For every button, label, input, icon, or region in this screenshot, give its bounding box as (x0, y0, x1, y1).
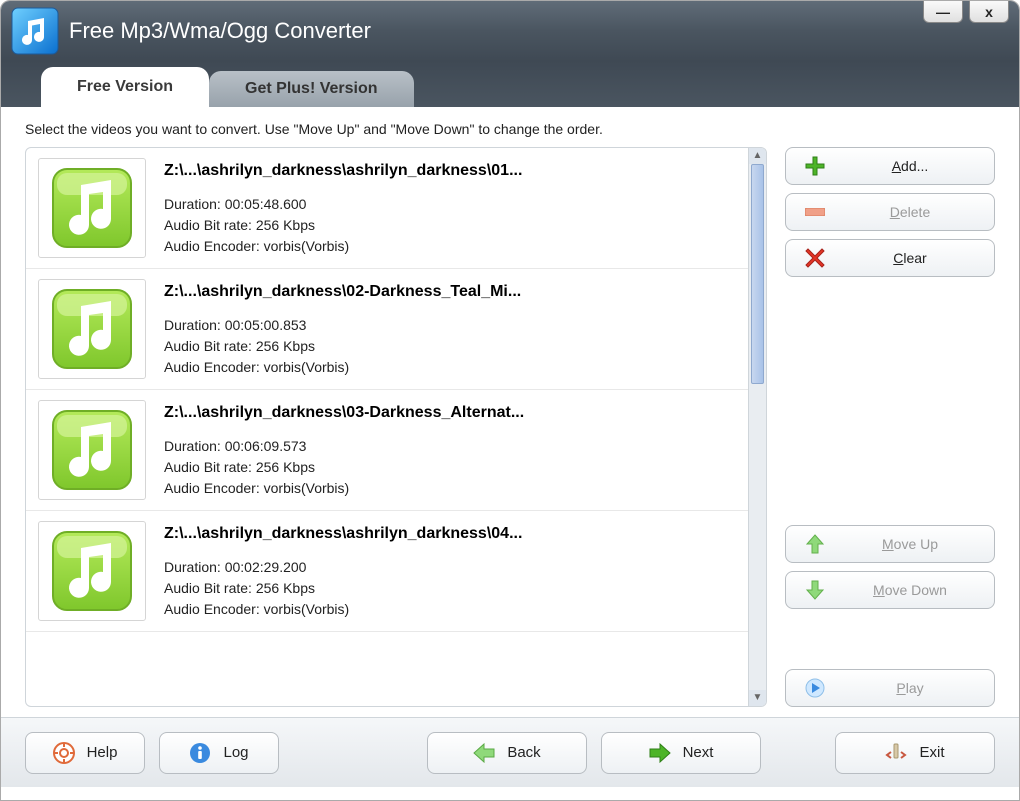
exit-icon (885, 742, 907, 764)
titlebar: Free Mp3/Wma/Ogg Converter — x (1, 1, 1019, 61)
close-button[interactable]: x (969, 1, 1009, 23)
exit-button[interactable]: Exit (835, 732, 995, 774)
minimize-button[interactable]: — (923, 1, 963, 23)
next-label: Next (683, 744, 714, 761)
next-button[interactable]: Next (601, 732, 761, 774)
help-icon (53, 742, 75, 764)
scroll-thumb[interactable] (751, 164, 764, 384)
x-icon (804, 247, 826, 269)
log-button[interactable]: Log (159, 732, 279, 774)
delete-button[interactable]: Delete (785, 193, 995, 231)
minus-icon (804, 201, 826, 223)
item-path: Z:\...\ashrilyn_darkness\ashrilyn_darkne… (164, 525, 736, 543)
item-encoder: Audio Encoder: vorbis(Vorbis) (164, 478, 736, 499)
list-item[interactable]: Z:\...\ashrilyn_darkness\02-Darkness_Tea… (26, 269, 748, 390)
move-up-label: Move Up (844, 536, 976, 552)
arrow-right-icon (649, 743, 671, 763)
side-buttons: Add... Delete Clear (785, 147, 995, 707)
item-bitrate: Audio Bit rate: 256 Kbps (164, 457, 736, 478)
music-thumbnail-icon (38, 158, 146, 258)
item-path: Z:\...\ashrilyn_darkness\02-Darkness_Tea… (164, 283, 736, 301)
tab-row: Free Version Get Plus! Version (1, 61, 1019, 107)
help-button[interactable]: Help (25, 732, 145, 774)
tab-free-version[interactable]: Free Version (41, 67, 209, 107)
tab-plus-version[interactable]: Get Plus! Version (209, 71, 413, 107)
list-scrollbar[interactable]: ▲ ▼ (748, 148, 766, 706)
footer: Help Log Back Next Exit (1, 717, 1019, 787)
back-label: Back (507, 744, 540, 761)
item-duration: Duration: 00:05:48.600 (164, 194, 736, 215)
exit-label: Exit (919, 744, 944, 761)
add-button[interactable]: Add... (785, 147, 995, 185)
back-button[interactable]: Back (427, 732, 587, 774)
add-label: Add... (844, 158, 976, 174)
help-label: Help (87, 744, 118, 761)
music-thumbnail-icon (38, 279, 146, 379)
list-item[interactable]: Z:\...\ashrilyn_darkness\03-Darkness_Alt… (26, 390, 748, 511)
item-path: Z:\...\ashrilyn_darkness\03-Darkness_Alt… (164, 404, 736, 422)
instruction-text: Select the videos you want to convert. U… (25, 121, 995, 137)
item-encoder: Audio Encoder: vorbis(Vorbis) (164, 236, 736, 257)
item-encoder: Audio Encoder: vorbis(Vorbis) (164, 599, 736, 620)
item-duration: Duration: 00:05:00.853 (164, 315, 736, 336)
item-encoder: Audio Encoder: vorbis(Vorbis) (164, 357, 736, 378)
app-window: Free Mp3/Wma/Ogg Converter — x Free Vers… (0, 0, 1020, 801)
list-item[interactable]: Z:\...\ashrilyn_darkness\ashrilyn_darkne… (26, 148, 748, 269)
item-bitrate: Audio Bit rate: 256 Kbps (164, 215, 736, 236)
move-up-button[interactable]: Move Up (785, 525, 995, 563)
play-icon (804, 677, 826, 699)
delete-label: Delete (844, 204, 976, 220)
item-bitrate: Audio Bit rate: 256 Kbps (164, 578, 736, 599)
window-title: Free Mp3/Wma/Ogg Converter (69, 18, 371, 44)
plus-icon (804, 155, 826, 177)
arrow-left-icon (473, 743, 495, 763)
arrow-down-icon (804, 579, 826, 601)
move-down-button[interactable]: Move Down (785, 571, 995, 609)
play-label: Play (844, 680, 976, 696)
clear-button[interactable]: Clear (785, 239, 995, 277)
item-duration: Duration: 00:02:29.200 (164, 557, 736, 578)
content-area: Select the videos you want to convert. U… (1, 107, 1019, 717)
item-duration: Duration: 00:06:09.573 (164, 436, 736, 457)
file-list: Z:\...\ashrilyn_darkness\ashrilyn_darkne… (25, 147, 767, 707)
music-thumbnail-icon (38, 400, 146, 500)
item-path: Z:\...\ashrilyn_darkness\ashrilyn_darkne… (164, 162, 736, 180)
scroll-up-arrow[interactable]: ▲ (749, 148, 766, 164)
app-icon (11, 7, 59, 55)
play-button[interactable]: Play (785, 669, 995, 707)
music-thumbnail-icon (38, 521, 146, 621)
log-label: Log (223, 744, 248, 761)
item-bitrate: Audio Bit rate: 256 Kbps (164, 336, 736, 357)
info-icon (189, 742, 211, 764)
move-down-label: Move Down (844, 582, 976, 598)
clear-label: Clear (844, 250, 976, 266)
scroll-down-arrow[interactable]: ▼ (749, 690, 766, 706)
list-item[interactable]: Z:\...\ashrilyn_darkness\ashrilyn_darkne… (26, 511, 748, 632)
arrow-up-icon (804, 533, 826, 555)
